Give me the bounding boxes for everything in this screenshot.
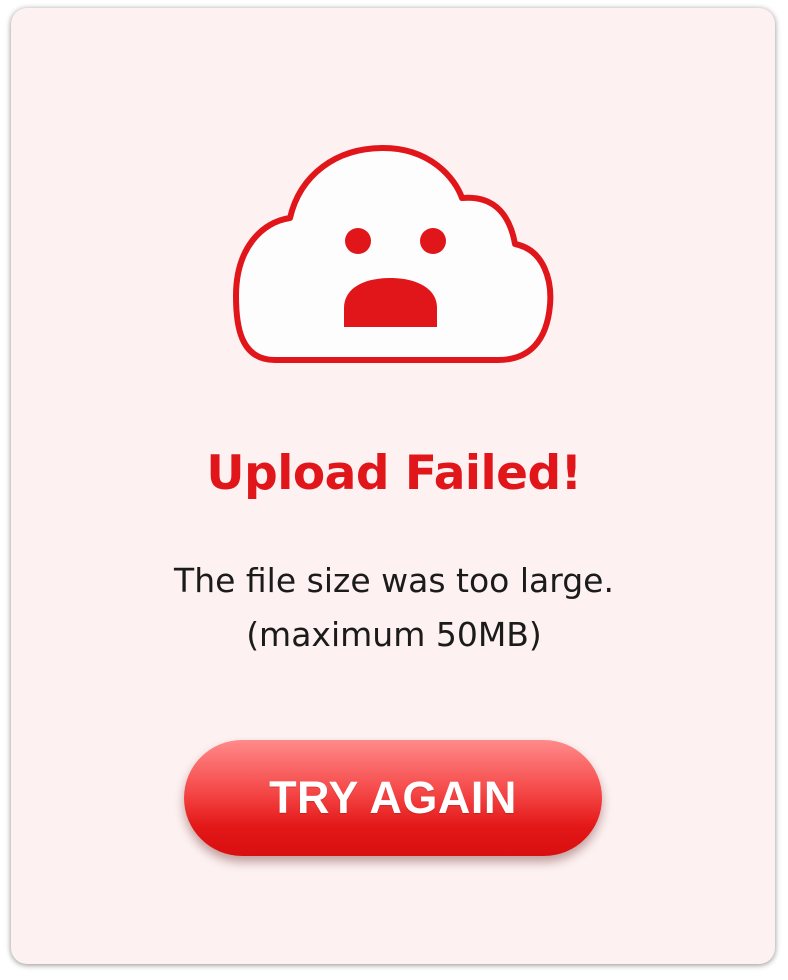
try-again-button[interactable]: TRY AGAIN (184, 740, 602, 856)
error-message-line: The file size was too large. (174, 561, 614, 600)
try-again-label: TRY AGAIN (269, 772, 517, 823)
error-message: The file size was too large. (maximum 50… (0, 554, 788, 662)
error-message-limit: (maximum 50MB) (246, 615, 542, 654)
error-title: Upload Failed! (206, 446, 582, 501)
